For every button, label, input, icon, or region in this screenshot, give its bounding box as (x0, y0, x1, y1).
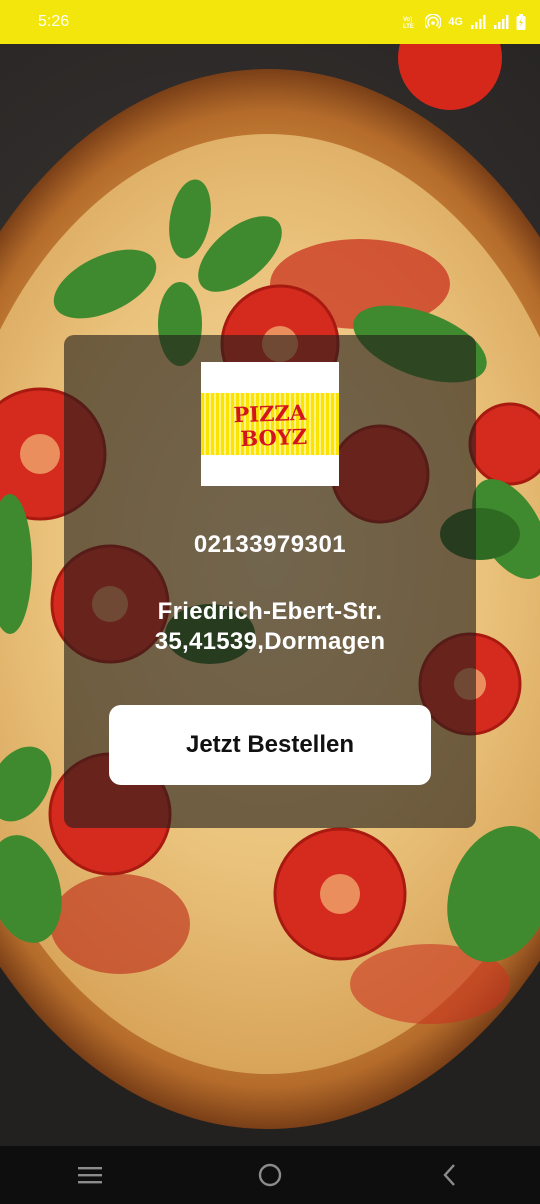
signal-icon (470, 15, 486, 29)
menu-icon (78, 1167, 102, 1184)
recents-button[interactable] (60, 1146, 120, 1204)
volte-icon: Vo) LTE (402, 14, 418, 30)
signal-icon-2 (493, 15, 509, 29)
logo-text-pizza: PIZZA (233, 400, 307, 428)
svg-text:Vo): Vo) (403, 17, 412, 23)
pizza-boyz-logo: PIZZA BOYZ (201, 362, 339, 486)
home-circle-icon (258, 1163, 282, 1187)
system-nav-bar (0, 1146, 540, 1204)
back-button[interactable] (420, 1146, 480, 1204)
network-type-label: 4G (448, 16, 463, 28)
back-chevron-icon (443, 1164, 455, 1186)
phone-number[interactable]: 02133979301 (64, 531, 476, 559)
battery-icon (516, 14, 526, 30)
status-bar: 5:26 Vo) LTE 4G (0, 0, 540, 44)
address-line-2: 35,41539,Dormagen (154, 628, 386, 655)
svg-text:LTE: LTE (403, 24, 414, 30)
logo-text-boyz: BOYZ (240, 424, 308, 451)
address-line-1: Friedrich-Ebert-Str. (157, 598, 383, 625)
status-time: 5:26 (38, 13, 70, 30)
home-button[interactable] (240, 1146, 300, 1204)
hotspot-icon (425, 14, 442, 30)
status-icons: Vo) LTE 4G (402, 14, 526, 30)
order-now-button[interactable]: Jetzt Bestellen (109, 705, 431, 785)
address: Friedrich-Ebert-Str. 35,41539,Dormagen (64, 597, 476, 657)
